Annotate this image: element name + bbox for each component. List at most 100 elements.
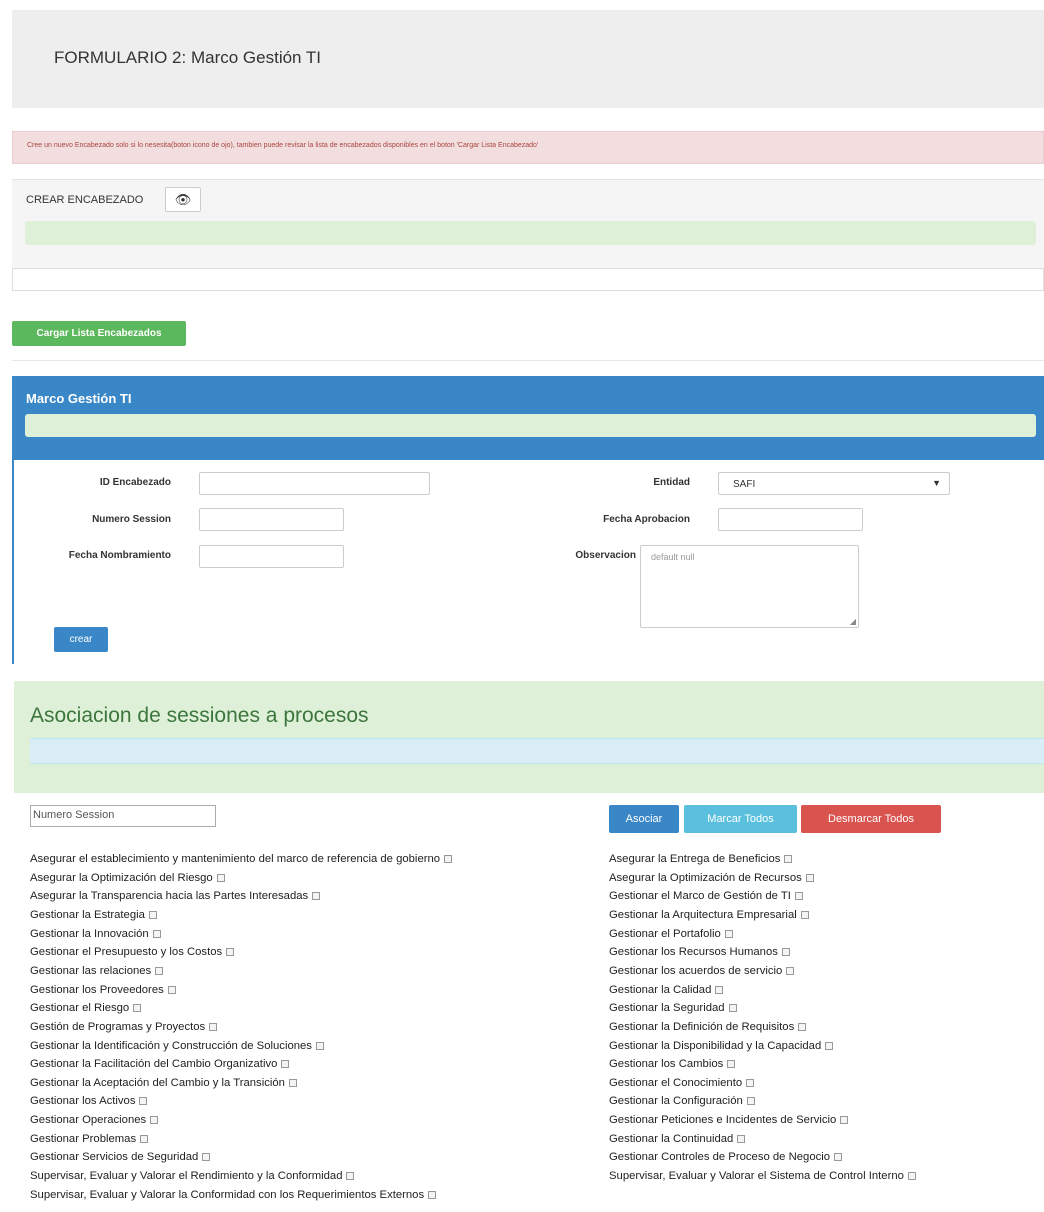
process-checkbox[interactable] — [784, 855, 793, 864]
process-item: Gestionar los acuerdos de servicio — [609, 964, 795, 979]
process-label: Asegurar la Optimización de Recursos — [609, 871, 802, 884]
process-checkbox[interactable] — [209, 1022, 218, 1031]
process-label: Gestionar Controles de Proceso de Negoci… — [609, 1151, 831, 1164]
process-label: Supervisar, Evaluar y Valorar la Conform… — [30, 1188, 425, 1201]
process-checkbox[interactable] — [840, 1116, 849, 1125]
process-item: Gestionar el Presupuesto y los Costos — [30, 945, 235, 960]
process-item: Gestionar el Riesgo — [30, 1001, 142, 1016]
process-label: Gestionar los Proveedores — [30, 983, 164, 996]
process-item: Gestionar Problemas — [30, 1132, 149, 1147]
process-item: Gestionar el Conocimiento — [609, 1076, 755, 1091]
process-item: Gestionar la Seguridad — [609, 1001, 737, 1016]
process-checkbox[interactable] — [139, 1097, 148, 1106]
process-label: Gestionar la Facilitación del Cambio Org… — [30, 1058, 278, 1071]
process-label: Gestionar la Estrategia — [30, 908, 145, 921]
process-item: Gestionar la Aceptación del Cambio y la … — [30, 1076, 297, 1091]
process-checkbox[interactable] — [724, 929, 733, 938]
process-checkbox[interactable] — [312, 892, 321, 901]
load-headers-button[interactable]: Cargar Lista Encabezados — [12, 321, 186, 346]
process-item: Gestionar los Proveedores — [30, 983, 176, 998]
process-label: Gestionar Operaciones — [30, 1114, 147, 1127]
process-checkbox[interactable] — [800, 910, 809, 919]
process-checkbox[interactable] — [346, 1172, 355, 1181]
process-label: Gestionar la Continuidad — [609, 1132, 734, 1145]
process-checkbox[interactable] — [798, 1022, 807, 1031]
process-checkbox[interactable] — [202, 1153, 211, 1162]
process-checkbox[interactable] — [216, 873, 225, 882]
info-alert: Cree un nuevo Encabezado solo si lo nese… — [12, 131, 1044, 164]
process-checkbox[interactable] — [152, 929, 161, 938]
fecha-nombramiento-input[interactable] — [199, 545, 344, 568]
process-item: Gestionar la Definición de Requisitos — [609, 1020, 807, 1035]
process-checkbox[interactable] — [133, 1004, 142, 1013]
process-label: Gestionar los Activos — [30, 1095, 136, 1108]
process-checkbox[interactable] — [834, 1153, 843, 1162]
process-checkbox[interactable] — [167, 985, 176, 994]
process-label: Gestionar la Configuración — [609, 1095, 743, 1108]
header-message-bar — [25, 221, 1036, 245]
observacion-label: Observacion — [575, 550, 636, 561]
process-label: Gestionar la Identificación y Construcci… — [30, 1039, 312, 1052]
crear-button[interactable]: crear — [54, 627, 108, 652]
asociar-button[interactable]: Asociar — [609, 805, 679, 833]
process-checkbox[interactable] — [715, 985, 724, 994]
toggle-header-button[interactable]: 👁 — [165, 187, 201, 212]
process-label: Gestionar las relaciones — [30, 964, 152, 977]
process-item: Gestionar Servicios de Seguridad — [30, 1150, 211, 1165]
process-checkbox[interactable] — [281, 1060, 290, 1069]
process-checkbox[interactable] — [746, 1078, 755, 1087]
panel-border — [12, 460, 14, 664]
process-item: Gestionar la Identificación y Construcci… — [30, 1039, 324, 1054]
id-encabezado-label: ID Encabezado — [99, 477, 171, 488]
resize-handle-icon[interactable]: ◢ — [850, 617, 856, 626]
process-label: Gestionar la Definición de Requisitos — [609, 1020, 795, 1033]
marcar-todos-button[interactable]: Marcar Todos — [684, 805, 797, 833]
process-label: Supervisar, Evaluar y Valorar el Rendimi… — [30, 1170, 343, 1183]
fecha-nombramiento-label: Fecha Nombramiento — [68, 550, 171, 561]
process-label: Gestionar la Aceptación del Cambio y la … — [30, 1076, 285, 1089]
process-checkbox[interactable] — [805, 873, 814, 882]
process-label: Asegurar la Optimización del Riesgo — [30, 871, 213, 884]
process-item: Gestionar el Portafolio — [609, 927, 733, 942]
process-checkbox[interactable] — [428, 1190, 437, 1199]
process-checkbox[interactable] — [737, 1134, 746, 1143]
caret-down-icon: ▼ — [932, 478, 941, 488]
process-checkbox[interactable] — [148, 910, 157, 919]
process-checkbox[interactable] — [315, 1041, 324, 1050]
process-checkbox[interactable] — [150, 1116, 159, 1125]
entidad-selected-value: SAFI — [733, 479, 756, 490]
process-label: Supervisar, Evaluar y Valorar el Sistema… — [609, 1170, 904, 1183]
entidad-select[interactable]: SAFI ▼ — [718, 472, 950, 495]
process-checkbox[interactable] — [907, 1172, 916, 1181]
desmarcar-todos-button[interactable]: Desmarcar Todos — [801, 805, 941, 833]
fecha-aprobacion-input[interactable] — [718, 508, 863, 531]
page-title: FORMULARIO 2: Marco Gestión TI — [54, 48, 322, 67]
process-label: Gestión de Programas y Proyectos — [30, 1020, 206, 1033]
process-checkbox[interactable] — [288, 1078, 297, 1087]
process-item: Supervisar, Evaluar y Valorar la Conform… — [30, 1188, 437, 1203]
process-item: Gestionar la Innovación — [30, 927, 161, 942]
process-item: Gestionar la Estrategia — [30, 908, 157, 923]
process-checkbox[interactable] — [781, 948, 790, 957]
process-label: Gestionar el Portafolio — [609, 927, 721, 940]
process-label: Gestionar el Marco de Gestión de TI — [609, 890, 791, 903]
process-label: Asegurar la Transparencia hacia las Part… — [30, 890, 309, 903]
process-checkbox[interactable] — [140, 1134, 149, 1143]
process-checkbox[interactable] — [727, 1060, 736, 1069]
process-item: Gestionar la Configuración — [609, 1094, 755, 1109]
fecha-aprobacion-label: Fecha Aprobacion — [603, 514, 690, 525]
id-encabezado-input[interactable] — [199, 472, 430, 495]
process-checkbox[interactable] — [728, 1004, 737, 1013]
process-checkbox[interactable] — [444, 855, 453, 864]
process-checkbox[interactable] — [825, 1041, 834, 1050]
process-checkbox[interactable] — [226, 948, 235, 957]
numero-session-input[interactable] — [199, 508, 344, 531]
process-checkbox[interactable] — [155, 966, 164, 975]
numero-session-filter-input[interactable]: Numero Session — [30, 805, 216, 827]
process-item: Asegurar la Entrega de Beneficios — [609, 852, 793, 867]
process-label: Gestionar Servicios de Seguridad — [30, 1151, 199, 1164]
process-checkbox[interactable] — [746, 1097, 755, 1106]
process-checkbox[interactable] — [794, 892, 803, 901]
process-checkbox[interactable] — [786, 966, 795, 975]
observacion-textarea[interactable]: default null ◢ — [640, 545, 859, 628]
